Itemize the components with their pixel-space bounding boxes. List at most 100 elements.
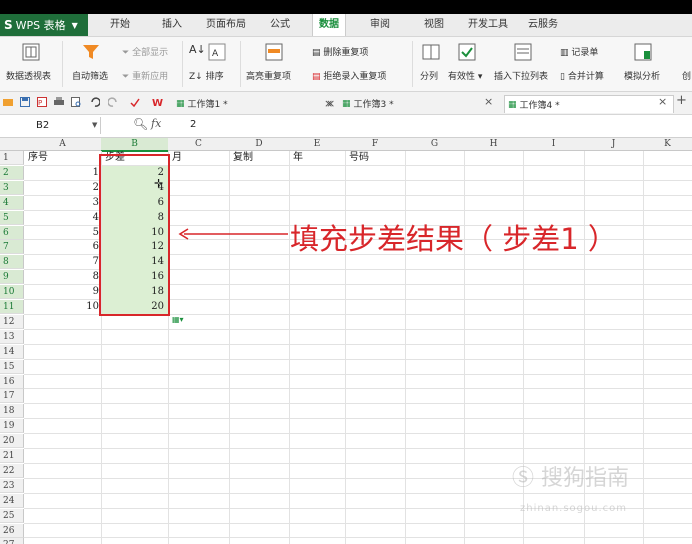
menu-item-insert[interactable]: 插入 xyxy=(162,14,182,36)
redo-icon[interactable] xyxy=(108,97,118,107)
autofill-options-button[interactable]: ▦▾ xyxy=(172,315,194,326)
tab-workbook4[interactable]: ▦ 工作簿4 * xyxy=(504,95,674,113)
row-header[interactable]: 27 xyxy=(0,538,24,544)
add-tab-icon[interactable]: + xyxy=(676,93,687,108)
tab-workbook1[interactable]: ▦ 工作簿1 * × xyxy=(176,95,336,112)
row-header[interactable]: 12 xyxy=(0,314,24,329)
row-header[interactable]: 13 xyxy=(0,329,24,344)
cell-a9[interactable]: 8 xyxy=(24,270,101,284)
row-header[interactable]: 20 xyxy=(0,434,24,449)
menu-item-developer[interactable]: 开发工具 xyxy=(468,14,508,36)
sort-button[interactable]: Z↓ 排序 xyxy=(189,69,224,82)
reject-duplicates-button[interactable]: ▤ 拒绝录入重复项 xyxy=(312,69,386,82)
show-all-button[interactable]: ⏷ 全部显示 xyxy=(122,45,168,58)
cell-a3[interactable]: 2 xyxy=(24,181,101,195)
column-header-c[interactable]: C xyxy=(168,138,230,151)
row-header[interactable]: 7 xyxy=(0,240,24,255)
close-icon[interactable]: × xyxy=(484,95,493,108)
function-icon[interactable]: fx xyxy=(151,117,161,130)
cell-a1[interactable]: 序号 xyxy=(26,151,103,165)
wps-brand-icon[interactable]: W xyxy=(152,97,166,107)
menu-item-formula[interactable]: 公式 xyxy=(270,14,290,36)
cell-e1[interactable]: 年 xyxy=(291,151,347,165)
cell-a5[interactable]: 4 xyxy=(24,211,101,225)
cell-a7[interactable]: 6 xyxy=(24,240,101,254)
column-header-g[interactable]: G xyxy=(405,138,465,151)
column-header-k[interactable]: K xyxy=(643,138,692,151)
reapply-button[interactable]: ⏷ 重新应用 xyxy=(122,69,168,82)
column-header-f[interactable]: F xyxy=(345,138,406,151)
print-preview-icon[interactable] xyxy=(71,97,81,107)
row-header[interactable]: 25 xyxy=(0,508,24,523)
watermark-url: zhinan.sogou.com xyxy=(520,503,628,514)
column-header-e[interactable]: E xyxy=(289,138,346,151)
row-header[interactable]: 15 xyxy=(0,359,24,374)
row-header[interactable]: 17 xyxy=(0,389,24,404)
close-icon[interactable]: × xyxy=(324,97,333,110)
row-header[interactable]: 16 xyxy=(0,374,24,389)
column-header-d[interactable]: D xyxy=(229,138,290,151)
consolidate-button[interactable]: ▯ 合并计算 xyxy=(560,69,604,82)
tab-label: 工作簿1 * xyxy=(187,100,228,110)
tab-workbook3[interactable]: ▦ 工作簿3 * × xyxy=(324,95,500,112)
menu-item-home[interactable]: 开始 xyxy=(110,14,130,36)
menu-item-view[interactable]: 视图 xyxy=(424,14,444,36)
column-header-j[interactable]: J xyxy=(584,138,644,151)
grid-line xyxy=(24,358,692,360)
row-header[interactable]: 10 xyxy=(0,285,24,300)
row-header[interactable]: 24 xyxy=(0,493,24,508)
row-header[interactable]: 23 xyxy=(0,478,24,493)
column-header-h[interactable]: H xyxy=(464,138,524,151)
cell-f1[interactable]: 号码 xyxy=(347,151,407,165)
menu-item-data[interactable]: 数据 xyxy=(312,14,346,36)
customize-toolbar-icon[interactable] xyxy=(130,97,140,107)
formula-input[interactable]: 2 xyxy=(190,119,196,130)
row-header[interactable]: 2 xyxy=(0,165,24,180)
sort-asc-icon[interactable]: A↓ xyxy=(189,43,206,56)
chevron-down-icon[interactable]: ▼ xyxy=(92,117,97,134)
name-box[interactable]: B2 ▼ xyxy=(0,117,101,134)
row-header[interactable]: 22 xyxy=(0,463,24,478)
export-pdf-icon[interactable]: P xyxy=(37,97,47,107)
row-header[interactable]: 5 xyxy=(0,210,24,225)
close-icon[interactable]: × xyxy=(658,95,667,108)
cell-d1[interactable]: 复制 xyxy=(231,151,291,165)
row-header[interactable]: 9 xyxy=(0,270,24,285)
column-header-i[interactable]: I xyxy=(523,138,585,151)
row-header[interactable]: 6 xyxy=(0,225,24,240)
row-header[interactable]: 18 xyxy=(0,404,24,419)
row-header[interactable]: 8 xyxy=(0,255,24,270)
cell-a4[interactable]: 3 xyxy=(24,196,101,210)
row-header[interactable]: 4 xyxy=(0,195,24,210)
show-all-label: 全部显示 xyxy=(132,48,169,58)
app-menu-button[interactable]: S WPS 表格 ▼ xyxy=(0,14,88,36)
print-icon[interactable] xyxy=(54,97,64,107)
cell-a2[interactable]: 1 xyxy=(24,166,101,180)
row-header[interactable]: 14 xyxy=(0,344,24,359)
column-header-a[interactable]: A xyxy=(24,138,102,151)
row-header[interactable]: 26 xyxy=(0,523,24,538)
menu-item-page-layout[interactable]: 页面布局 xyxy=(206,14,246,36)
open-folder-icon[interactable] xyxy=(3,97,13,107)
cell-c1[interactable]: 月 xyxy=(170,151,231,165)
record-form-button[interactable]: ▥ 记录单 xyxy=(560,45,598,58)
create-group-label[interactable]: 创 xyxy=(682,69,691,82)
menu-item-review[interactable]: 审阅 xyxy=(370,14,390,36)
undo-icon[interactable] xyxy=(90,97,100,107)
menu-item-cloud[interactable]: 云服务 xyxy=(528,14,558,36)
row-header[interactable]: 11 xyxy=(0,300,24,314)
row-header[interactable]: 1 xyxy=(0,151,24,165)
column-header-b[interactable]: B xyxy=(101,138,169,152)
row-header[interactable]: 21 xyxy=(0,449,24,463)
ribbon-divider xyxy=(62,41,63,87)
row-header[interactable]: 19 xyxy=(0,419,24,434)
cell-a11[interactable]: 10 xyxy=(24,300,101,314)
cell-a8[interactable]: 7 xyxy=(24,255,101,269)
cell-a6[interactable]: 5 xyxy=(24,226,101,240)
row-header[interactable]: 3 xyxy=(0,180,24,195)
remove-duplicates-button[interactable]: ▤ 删除重复项 xyxy=(312,45,368,58)
select-all-corner[interactable] xyxy=(0,138,25,151)
zoom-icon[interactable]: 🔍︎ xyxy=(133,117,148,131)
save-icon[interactable] xyxy=(20,97,30,107)
cell-a10[interactable]: 9 xyxy=(24,285,101,299)
